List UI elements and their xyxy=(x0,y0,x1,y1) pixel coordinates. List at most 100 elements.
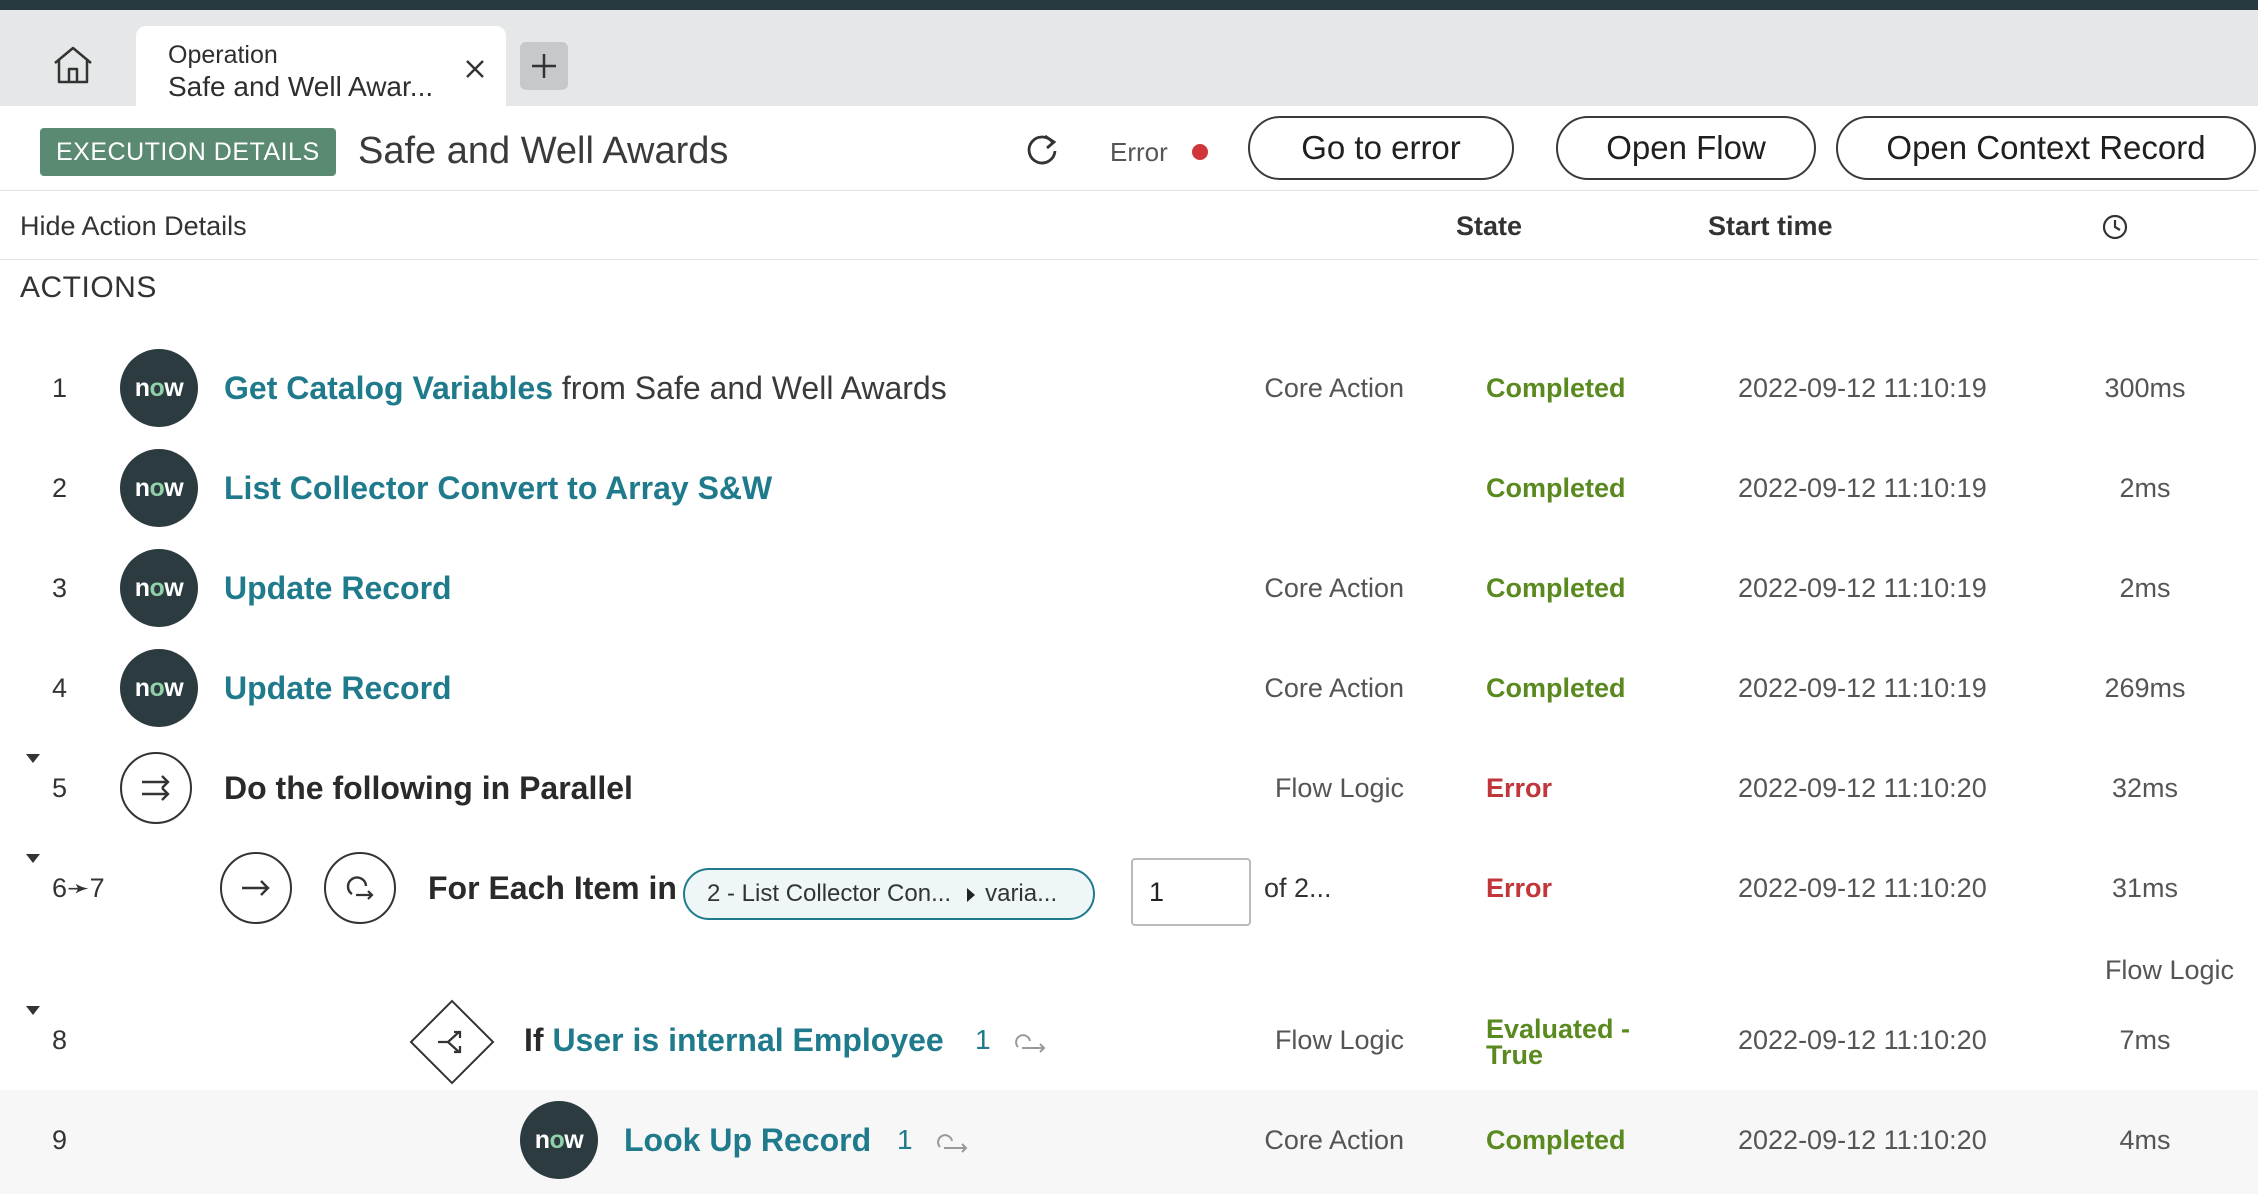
now-logo-icon: now xyxy=(120,549,198,627)
action-title: List Collector Convert to Array S&W xyxy=(224,438,772,538)
open-flow-button[interactable]: Open Flow xyxy=(1556,116,1816,180)
hide-action-details-toggle[interactable]: Hide Action Details xyxy=(20,210,247,242)
action-type: Core Action xyxy=(1264,1125,1404,1155)
refresh-icon xyxy=(1027,134,1057,165)
iteration-input[interactable] xyxy=(1131,858,1251,926)
loop-icon xyxy=(324,852,396,924)
action-type: Core Action xyxy=(1264,373,1404,403)
state-completed: Completed xyxy=(1486,373,1626,403)
home-icon xyxy=(54,46,92,84)
open-context-record-button[interactable]: Open Context Record xyxy=(1836,116,2256,180)
start-time: 2022-09-12 11:10:20 xyxy=(1738,1025,1987,1055)
action-title: Get Catalog Variables from Safe and Well… xyxy=(224,338,947,438)
execution-header: EXECUTION DETAILS Safe and Well Awards E… xyxy=(0,106,2258,191)
action-type: Flow Logic xyxy=(1274,1025,1404,1055)
action-row: 6➛7 For Each Item in 2 - List Collector … xyxy=(0,838,2258,938)
arrow-right-icon xyxy=(220,852,292,924)
state-completed: Completed xyxy=(1486,473,1626,503)
now-logo-icon: now xyxy=(520,1101,598,1179)
tab-label-title: Safe and Well Awar... xyxy=(168,71,434,102)
start-time: 2022-09-12 11:10:19 xyxy=(1738,473,1987,503)
tab-bar: Operation Safe and Well Awar... xyxy=(0,10,2258,106)
action-title: Look Up Record xyxy=(624,1090,871,1190)
actions-heading: ACTIONS xyxy=(20,271,157,304)
state-completed: Completed xyxy=(1486,573,1626,603)
home-button[interactable] xyxy=(40,32,106,98)
action-type: Flow Logic xyxy=(1274,773,1404,803)
start-time: 2022-09-12 11:10:19 xyxy=(1738,573,1987,603)
now-logo-icon: now xyxy=(120,649,198,727)
collapse-caret-icon[interactable] xyxy=(26,854,40,863)
page-title: Safe and Well Awards xyxy=(358,130,729,172)
parallel-icon xyxy=(120,752,192,824)
plus-icon xyxy=(532,54,556,78)
tab-close-button[interactable] xyxy=(458,52,492,86)
action-type: Core Action xyxy=(1264,673,1404,703)
state-error: Error xyxy=(1486,773,1553,803)
tab-operation[interactable]: Operation Safe and Well Awar... xyxy=(136,26,506,106)
now-logo-icon: now xyxy=(120,349,198,427)
state-evaluated: Evaluated - True xyxy=(1486,1014,1631,1070)
if-condition: If User is internal Employee xyxy=(524,990,944,1090)
tab-label-type: Operation xyxy=(168,41,278,69)
now-logo-icon: now xyxy=(120,449,198,527)
action-title: Update Record xyxy=(224,538,452,638)
go-to-error-button[interactable]: Go to error xyxy=(1248,116,1514,180)
top-strip xyxy=(0,0,2258,10)
iteration-total: of 2... xyxy=(1264,873,1332,903)
execution-count: 1 xyxy=(897,1090,972,1190)
condition-link[interactable]: User is internal Employee xyxy=(552,1022,943,1058)
action-type: Flow Logic xyxy=(2104,955,2234,985)
state-error: Error xyxy=(1486,873,1553,903)
action-link[interactable]: Update Record xyxy=(224,570,452,606)
action-link[interactable]: List Collector Convert to Array S&W xyxy=(224,470,772,506)
row-number: 8 xyxy=(52,1025,68,1055)
action-row: 2 now List Collector Convert to Array S&… xyxy=(0,438,2258,538)
caret-right-icon xyxy=(967,887,976,902)
action-row: 8 If User is internal Employee 1 Flow Lo… xyxy=(0,990,2258,1090)
duration: 269ms xyxy=(2104,673,2186,703)
execution-count: 1 xyxy=(975,990,1050,1090)
row-number: 9 xyxy=(52,1125,68,1155)
action-type: Core Action xyxy=(1264,573,1404,603)
duration: 31ms xyxy=(2111,873,2179,903)
new-tab-button[interactable] xyxy=(520,42,568,90)
duration: 32ms xyxy=(2111,773,2179,803)
data-pill[interactable]: 2 - List Collector Con... varia... xyxy=(683,868,1095,920)
loop-icon xyxy=(1015,1033,1046,1053)
if-keyword: If xyxy=(524,1022,553,1058)
action-link[interactable]: Look Up Record xyxy=(624,1122,871,1158)
column-state: State xyxy=(1456,211,1523,241)
data-pill-field: varia... xyxy=(985,880,1058,907)
column-header-row: Hide Action Details State Start time xyxy=(0,192,2258,260)
duration: 2ms xyxy=(2119,473,2171,503)
refresh-button[interactable] xyxy=(1020,128,1064,172)
decision-icon xyxy=(408,998,496,1086)
action-title: Update Record xyxy=(224,638,452,738)
clock-icon xyxy=(2102,214,2128,240)
close-icon xyxy=(466,60,484,78)
flow-logic-title: Do the following in Parallel xyxy=(224,770,633,806)
row-number: 1 xyxy=(52,373,68,403)
action-row: 5 Do the following in Parallel Flow Logi… xyxy=(0,738,2258,838)
row-number: 3 xyxy=(52,573,68,603)
collapse-caret-icon[interactable] xyxy=(26,754,40,763)
collapse-caret-icon[interactable] xyxy=(26,1006,40,1015)
action-row: 9 now Look Up Record 1 Core Action Compl… xyxy=(0,1090,2258,1194)
action-source: from Safe and Well Awards xyxy=(553,370,947,406)
duration: 7ms xyxy=(2119,1025,2171,1055)
execution-details-badge: EXECUTION DETAILS xyxy=(40,128,336,176)
error-status-dot xyxy=(1192,144,1208,160)
start-time: 2022-09-12 11:10:19 xyxy=(1738,373,1987,403)
status-label: Error xyxy=(1110,137,1168,167)
start-time: 2022-09-12 11:10:19 xyxy=(1738,673,1987,703)
action-link[interactable]: Update Record xyxy=(224,670,452,706)
duration: 2ms xyxy=(2119,573,2171,603)
column-start-time: Start time xyxy=(1708,211,1833,241)
action-link[interactable]: Get Catalog Variables xyxy=(224,370,553,406)
start-time: 2022-09-12 11:10:20 xyxy=(1738,1125,1987,1155)
data-pill-source: 2 - List Collector Con... xyxy=(707,880,952,907)
loop-icon xyxy=(937,1133,968,1153)
row-number: 4 xyxy=(52,673,68,703)
row-number: 2 xyxy=(52,473,68,503)
